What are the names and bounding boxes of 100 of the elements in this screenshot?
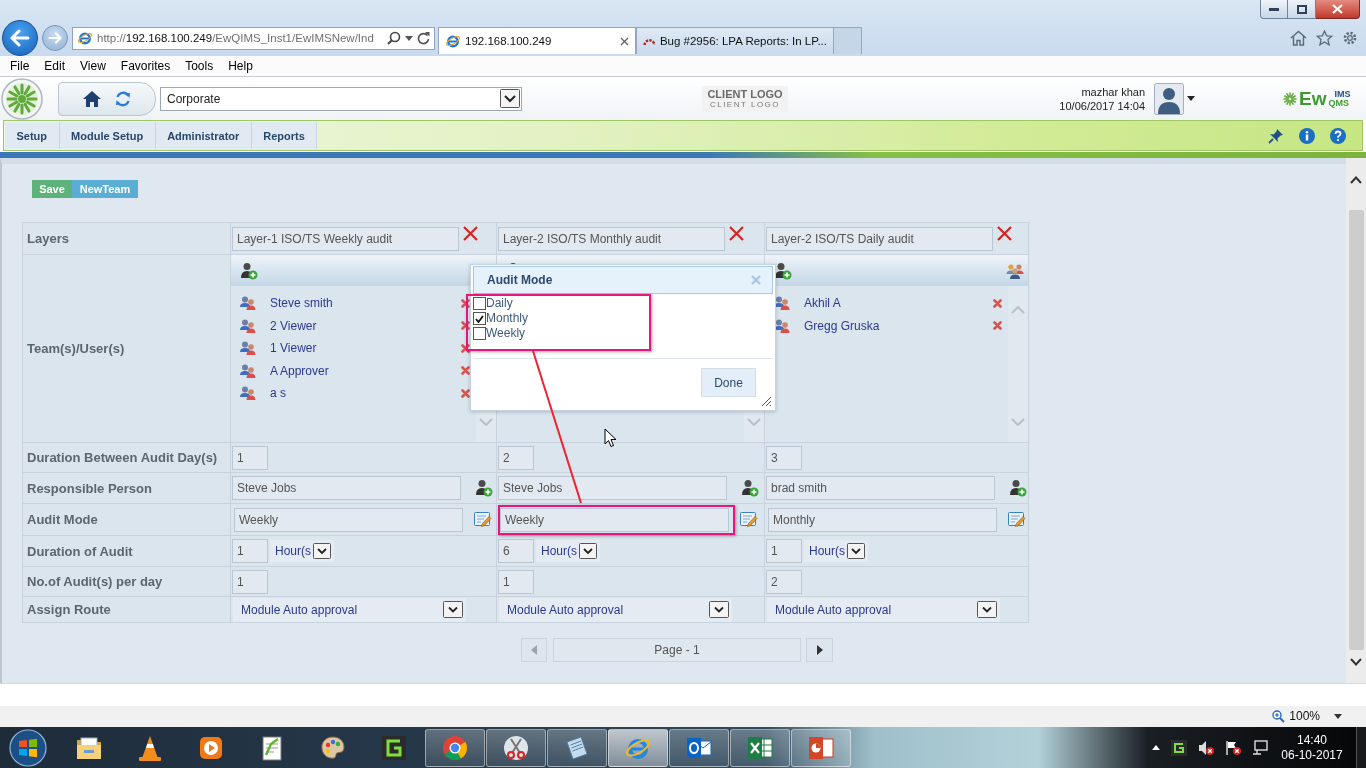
unit-select[interactable]: Hour(s	[536, 540, 600, 562]
delete-icon[interactable]	[993, 298, 1002, 308]
nav-tab[interactable]: Reports	[251, 122, 318, 149]
taskbar-button[interactable]	[608, 728, 668, 767]
flag-alert-icon[interactable]	[1225, 739, 1241, 756]
route-select[interactable]: Module Auto approval	[233, 597, 466, 622]
taskbar-button[interactable]	[730, 728, 790, 767]
home-icon[interactable]	[82, 89, 102, 108]
menu-item[interactable]: View	[80, 59, 106, 73]
layer-name-field[interactable]: Layer-2 ISO/TS Monthly audit	[498, 226, 725, 251]
layer-name-field[interactable]: Layer-2 ISO/TS Daily audit	[766, 226, 993, 251]
checkbox[interactable]	[473, 327, 486, 340]
taskbar-button[interactable]	[547, 728, 607, 767]
triangle-right-icon	[816, 645, 823, 655]
resize-grip-icon[interactable]	[761, 396, 772, 407]
option-label[interactable]: Monthly	[486, 312, 529, 325]
star-icon[interactable]	[1316, 30, 1333, 46]
delete-icon[interactable]	[993, 321, 1002, 331]
caret-icon[interactable]	[405, 35, 413, 41]
user-name: Gregg Gruska	[804, 318, 880, 333]
next-page-button[interactable]	[806, 638, 833, 662]
maximize-button[interactable]	[1288, 0, 1316, 19]
delete-icon[interactable]	[996, 225, 1013, 242]
option-label[interactable]: Daily	[486, 297, 513, 310]
pin-icon[interactable]	[1268, 127, 1284, 144]
refresh-icon[interactable]	[114, 89, 132, 108]
option-label[interactable]: Weekly	[486, 327, 526, 340]
duration-field[interactable]: 6	[498, 539, 534, 563]
audit-mode-field[interactable]: Weekly	[500, 507, 729, 532]
tray-expand-icon[interactable]	[1152, 745, 1160, 750]
add-user-icon[interactable]	[774, 261, 792, 280]
audits-per-day-field[interactable]: 1	[232, 569, 268, 594]
duration-field[interactable]: 1	[232, 539, 268, 563]
taskbar-button[interactable]	[425, 728, 485, 767]
close-button[interactable]	[1316, 0, 1360, 19]
edit-form-icon[interactable]	[1008, 511, 1026, 528]
days-field[interactable]: 3	[766, 445, 802, 470]
taskbar-button[interactable]	[669, 728, 729, 767]
edit-form-icon[interactable]	[474, 511, 492, 528]
layer-name-field[interactable]: Layer-1 ISO/TS Weekly audit	[232, 226, 459, 251]
nav-tab[interactable]: Module Setup	[59, 122, 156, 149]
minimize-button[interactable]	[1260, 0, 1288, 19]
duration-field[interactable]: 1	[766, 539, 802, 563]
home-icon[interactable]	[1290, 30, 1307, 46]
nav-tab[interactable]: Setup	[5, 122, 60, 149]
responsible-person-field[interactable]: Steve Jobs	[232, 476, 461, 500]
audits-per-day-field[interactable]: 2	[766, 569, 802, 594]
route-select[interactable]: Module Auto approval	[767, 597, 1000, 622]
delete-icon[interactable]	[461, 366, 470, 376]
settings-icon[interactable]	[1342, 30, 1358, 46]
add-user-icon[interactable]	[240, 261, 258, 280]
browser-tab[interactable]: Bug #2956: LPA Reports: In LP...	[636, 27, 834, 54]
days-field[interactable]: 1	[232, 445, 268, 470]
nav-tab[interactable]: Administrator	[155, 122, 252, 149]
browser-tab[interactable]: 192.168.100.249	[438, 27, 636, 54]
search-icon[interactable]	[387, 31, 401, 45]
scrollbar[interactable]	[1346, 158, 1366, 683]
unit-select[interactable]: Hour(s	[270, 540, 334, 562]
address-field[interactable]: http://192.168.100.249/EwQIMS_Inst1/EwIMSNew/Ind	[72, 26, 435, 50]
chevron-up-icon	[1350, 176, 1362, 184]
responsible-person-field[interactable]: Steve Jobs	[498, 476, 727, 500]
done-button[interactable]: Done	[701, 368, 756, 397]
audit-mode-field[interactable]: Monthly	[768, 507, 997, 532]
info-icon[interactable]	[1299, 127, 1315, 144]
delete-icon[interactable]	[728, 225, 745, 242]
add-user-icon[interactable]	[741, 479, 759, 497]
help-icon[interactable]	[1330, 127, 1346, 144]
back-button[interactable]	[2, 20, 38, 56]
caret-icon[interactable]	[1187, 96, 1195, 101]
delete-icon[interactable]	[462, 225, 479, 242]
checkbox[interactable]	[473, 297, 486, 310]
route-select[interactable]: Module Auto approval	[499, 597, 732, 622]
group-icon[interactable]	[1006, 262, 1024, 279]
avatar-icon[interactable]	[1154, 82, 1184, 115]
audits-per-day-field[interactable]: 1	[498, 569, 534, 594]
menu-item[interactable]: Edit	[44, 59, 66, 73]
delete-icon[interactable]	[461, 388, 470, 398]
audit-mode-field[interactable]: Weekly	[234, 507, 463, 532]
menu-item[interactable]: Tools	[185, 59, 214, 73]
forward-button[interactable]	[42, 25, 68, 51]
taskbar-button[interactable]	[486, 728, 546, 767]
refresh-icon[interactable]	[417, 31, 430, 45]
days-field[interactable]: 2	[498, 445, 534, 470]
speaker-muted-icon[interactable]	[1198, 739, 1214, 756]
sunburst-icon	[1283, 91, 1297, 106]
checkbox[interactable]	[473, 312, 486, 325]
close-icon[interactable]	[620, 36, 629, 46]
menu-item[interactable]: Favorites	[120, 59, 171, 73]
add-user-icon[interactable]	[475, 479, 493, 497]
add-user-icon[interactable]	[1009, 479, 1027, 497]
scrollbar-thumb[interactable]	[1348, 210, 1364, 650]
organization-select[interactable]: Corporate	[160, 86, 522, 111]
square-spiral-icon[interactable]	[1171, 739, 1187, 756]
menu-item[interactable]: Help	[228, 59, 253, 73]
menu-item[interactable]: File	[10, 59, 30, 73]
network-icon[interactable]	[1252, 739, 1268, 756]
responsible-person-field[interactable]: brad smith	[766, 476, 995, 500]
edit-form-icon[interactable]	[740, 511, 758, 528]
unit-select[interactable]: Hour(s	[804, 540, 868, 562]
zoom-button[interactable]: 100%	[1272, 705, 1342, 727]
